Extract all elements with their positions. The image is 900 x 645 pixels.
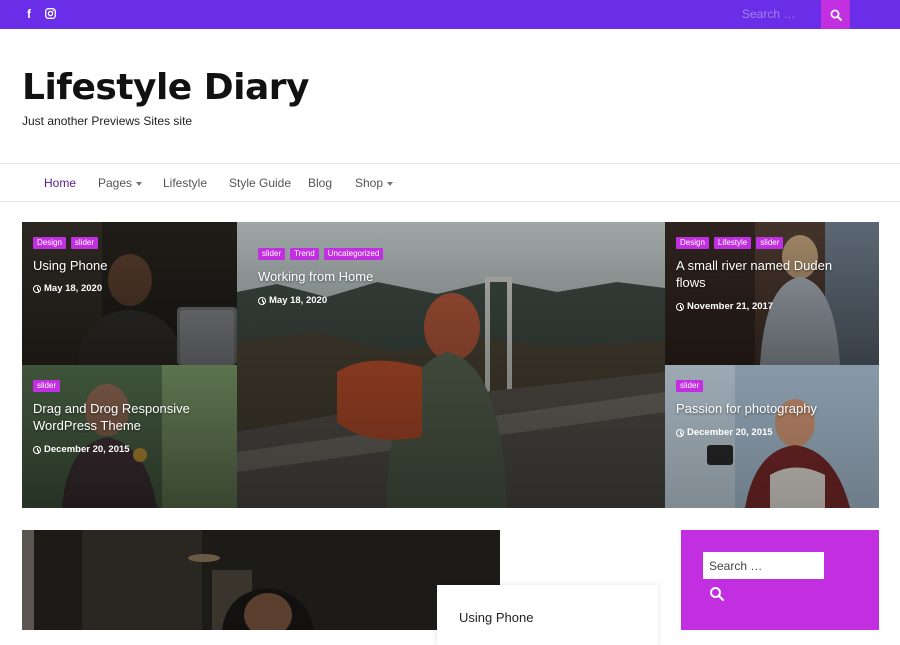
post-date-text: May 18, 2020 xyxy=(44,283,103,294)
post-title-line: A small river named Duden xyxy=(676,258,833,273)
post-title-line: WordPress Theme xyxy=(33,418,141,433)
instagram-icon[interactable] xyxy=(45,8,56,22)
tag[interactable]: Trend xyxy=(290,248,319,260)
post-tile-drag-and-drog[interactable]: slider Drag and Drog Responsive WordPress… xyxy=(22,365,237,508)
post-date-text: November 21, 2017 xyxy=(687,301,774,312)
clock-icon xyxy=(676,428,684,437)
main-nav: Home Pages Lifestyle Style Guide Blog Sh… xyxy=(0,163,900,202)
search-icon[interactable] xyxy=(709,586,725,602)
top-bar: f xyxy=(0,0,900,29)
post-title[interactable]: Passion for photography xyxy=(676,400,817,417)
post-title[interactable]: Working from Home xyxy=(258,268,373,285)
nav-item-style-guide[interactable]: Style Guide xyxy=(229,176,291,190)
nav-item-blog[interactable]: Blog xyxy=(308,176,332,190)
tile-overlay xyxy=(237,222,665,508)
top-search-input[interactable] xyxy=(734,3,821,25)
nav-item-pages[interactable]: Pages xyxy=(98,176,143,190)
chevron-down-icon xyxy=(387,181,394,186)
post-title[interactable]: A small river named Duden flows xyxy=(676,257,832,291)
nav-item-home[interactable]: Home xyxy=(44,176,76,190)
site-title[interactable]: Lifestyle Diary xyxy=(22,66,310,110)
post-date: December 20, 2015 xyxy=(33,444,130,455)
post-date-text: May 18, 2020 xyxy=(269,295,328,306)
search-icon xyxy=(830,9,842,21)
post-tags: slider Trend Uncategorized xyxy=(258,248,384,260)
tag[interactable]: slider xyxy=(70,237,99,249)
nav-item-lifestyle[interactable]: Lifestyle xyxy=(163,176,207,190)
top-search-button[interactable] xyxy=(821,0,850,29)
post-tile-passion-photography[interactable]: slider Passion for photography December … xyxy=(665,365,879,508)
tag[interactable]: Lifestyle xyxy=(713,237,752,249)
tag[interactable]: slider xyxy=(258,248,286,260)
clock-icon xyxy=(33,445,41,454)
tag[interactable]: slider xyxy=(33,380,61,392)
post-tile-using-phone[interactable]: Design slider Using Phone May 18, 2020 xyxy=(22,222,237,365)
nav-item-label: Shop xyxy=(355,176,384,190)
post-tags: slider xyxy=(676,380,704,392)
site-tagline: Just another Previews Sites site xyxy=(22,114,193,128)
post-tile-working-from-home[interactable]: slider Trend Uncategorized Working from … xyxy=(237,222,665,508)
post-date: December 20, 2015 xyxy=(676,427,773,438)
nav-item-label: Pages xyxy=(98,176,133,190)
tag[interactable]: slider xyxy=(676,380,704,392)
post-title-line: Drag and Drog Responsive xyxy=(33,401,190,416)
post-date: May 18, 2020 xyxy=(33,283,102,294)
clock-icon xyxy=(676,302,684,311)
featured-post-card[interactable]: Using Phone xyxy=(437,585,658,645)
tag[interactable]: Design xyxy=(676,237,709,249)
tag[interactable]: Uncategorized xyxy=(323,248,384,260)
post-date-text: December 20, 2015 xyxy=(44,444,130,455)
post-title[interactable]: Drag and Drog Responsive WordPress Theme xyxy=(33,400,190,434)
post-date-text: December 20, 2015 xyxy=(687,427,773,438)
chevron-down-icon xyxy=(136,181,143,186)
sidebar-search-widget xyxy=(681,530,879,630)
sidebar-search-input[interactable] xyxy=(703,552,824,579)
clock-icon xyxy=(258,296,266,305)
clock-icon xyxy=(33,284,41,293)
post-image xyxy=(22,530,500,630)
post-tags: Design Lifestyle slider xyxy=(676,237,784,249)
post-title-line: flows xyxy=(676,275,706,290)
post-tags: slider xyxy=(33,380,61,392)
post-date: May 18, 2020 xyxy=(258,295,327,306)
post-date: November 21, 2017 xyxy=(676,301,773,312)
post-tags: Design slider xyxy=(33,237,99,249)
facebook-icon[interactable]: f xyxy=(27,7,31,21)
post-tile-small-river[interactable]: Design Lifestyle slider A small river na… xyxy=(665,222,879,365)
tag[interactable]: Design xyxy=(33,237,66,249)
post-title[interactable]: Using Phone xyxy=(33,257,107,274)
nav-item-shop[interactable]: Shop xyxy=(355,176,394,190)
tag[interactable]: slider xyxy=(756,237,784,249)
featured-post-image[interactable] xyxy=(22,530,500,630)
featured-post-title[interactable]: Using Phone xyxy=(459,610,533,625)
